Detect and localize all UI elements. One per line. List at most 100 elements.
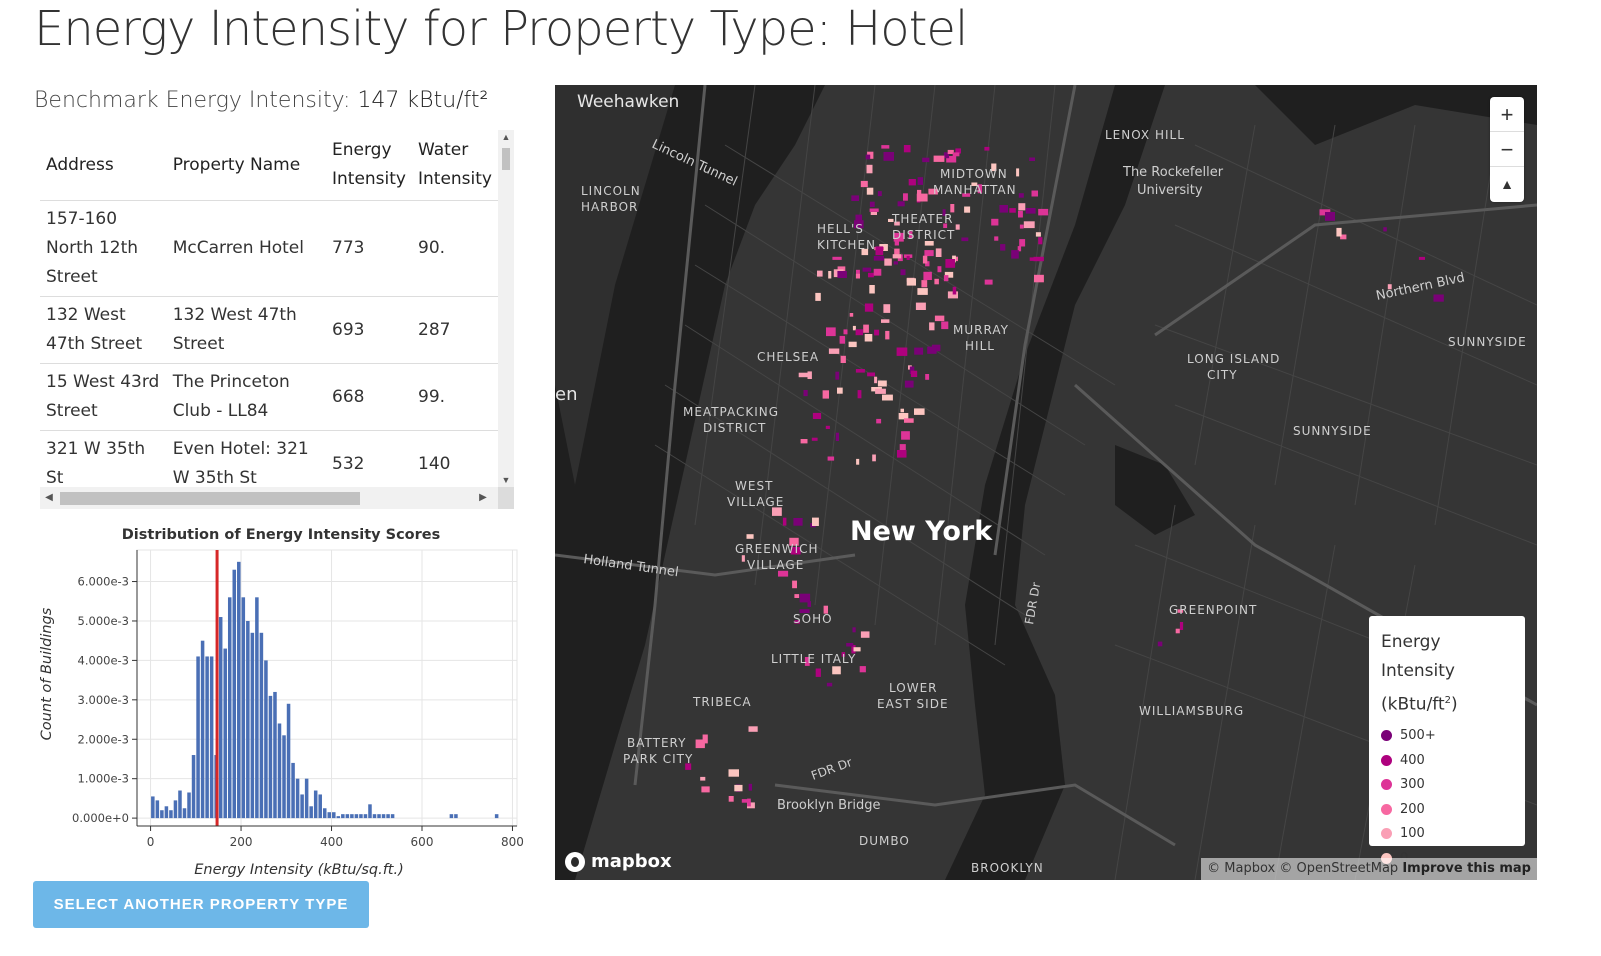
hotel-marker[interactable]: [800, 439, 808, 444]
hotel-marker[interactable]: [922, 255, 928, 264]
hotel-marker[interactable]: [728, 769, 740, 777]
hotel-marker[interactable]: [933, 155, 945, 162]
hotel-marker[interactable]: [908, 179, 916, 186]
select-another-property-type-button[interactable]: SELECT ANOTHER PROPERTY TYPE: [33, 881, 369, 928]
hotel-marker[interactable]: [868, 272, 874, 278]
horizontal-scroll-thumb[interactable]: [60, 492, 360, 505]
hotel-marker[interactable]: [937, 266, 942, 273]
hotel-marker[interactable]: [846, 643, 854, 647]
hotel-marker[interactable]: [923, 271, 932, 280]
hotel-marker[interactable]: [799, 593, 811, 603]
hotel-marker[interactable]: [1038, 208, 1049, 216]
hotel-marker[interactable]: [866, 187, 874, 195]
vertical-scroll-thumb[interactable]: [502, 148, 510, 170]
hotel-marker[interactable]: [1325, 212, 1335, 221]
hotel-marker[interactable]: [914, 347, 924, 355]
hotel-marker[interactable]: [817, 270, 823, 277]
hotel-marker[interactable]: [929, 322, 935, 331]
hotel-marker[interactable]: [832, 256, 842, 260]
hotel-marker[interactable]: [807, 601, 812, 607]
hotel-marker[interactable]: [855, 369, 865, 373]
hotel-marker[interactable]: [859, 666, 866, 673]
hotel-marker[interactable]: [915, 302, 926, 310]
hotel-marker[interactable]: [855, 329, 863, 336]
hotel-marker[interactable]: [917, 288, 928, 295]
scroll-left-arrow-icon[interactable]: ◀: [42, 487, 56, 509]
hotel-marker[interactable]: [1157, 641, 1163, 647]
hotel-marker[interactable]: [864, 303, 874, 312]
hotel-marker[interactable]: [922, 157, 930, 163]
hotel-marker[interactable]: [874, 329, 880, 336]
hotel-marker[interactable]: [927, 346, 937, 354]
hotel-marker[interactable]: [1019, 224, 1024, 229]
table-row[interactable]: 321 W 35th St Even Hotel: 321 W 35th St …: [40, 430, 498, 487]
hotel-marker[interactable]: [811, 437, 818, 441]
hotel-marker[interactable]: [1433, 294, 1444, 302]
hotel-marker[interactable]: [875, 246, 884, 256]
hotel-marker[interactable]: [863, 324, 869, 333]
column-header-address[interactable]: Address: [40, 130, 167, 201]
hotel-marker[interactable]: [700, 776, 706, 781]
hotel-marker[interactable]: [852, 627, 856, 633]
hotel-marker[interactable]: [943, 275, 949, 282]
hotel-marker[interactable]: [792, 580, 797, 589]
hotel-marker[interactable]: [873, 268, 882, 276]
property-table-container[interactable]: Address Property Name Energy Intensity W…: [40, 130, 514, 510]
hotel-marker[interactable]: [1179, 622, 1184, 630]
attribution-mapbox-link[interactable]: © Mapbox: [1207, 861, 1275, 876]
hotel-marker[interactable]: [837, 387, 843, 394]
hotel-marker[interactable]: [855, 214, 863, 221]
hotel-marker[interactable]: [839, 335, 845, 344]
hotel-marker[interactable]: [921, 280, 928, 288]
table-horizontal-scrollbar[interactable]: ◀ ▶: [40, 487, 514, 509]
hotel-marker[interactable]: [1418, 256, 1425, 260]
hotel-marker[interactable]: [917, 177, 923, 185]
column-header-property-name[interactable]: Property Name: [167, 130, 326, 201]
hotel-marker[interactable]: [872, 454, 876, 462]
hotel-marker[interactable]: [874, 376, 878, 384]
hotel-marker[interactable]: [856, 269, 860, 274]
hotel-marker[interactable]: [900, 269, 906, 276]
hotel-marker[interactable]: [904, 380, 914, 388]
hotel-marker[interactable]: [856, 458, 860, 465]
hotel-marker[interactable]: [906, 255, 910, 260]
hotel-marker[interactable]: [1031, 190, 1039, 197]
hotel-marker[interactable]: [832, 666, 841, 675]
hotel-marker[interactable]: [876, 418, 882, 424]
hotel-marker[interactable]: [864, 334, 873, 342]
hotel-marker[interactable]: [1029, 157, 1035, 162]
hotel-marker[interactable]: [885, 330, 890, 340]
hotel-marker[interactable]: [1018, 210, 1023, 218]
hotel-marker[interactable]: [860, 631, 870, 638]
hotel-marker[interactable]: [827, 456, 835, 461]
hotel-marker[interactable]: [869, 208, 879, 212]
hotel-marker[interactable]: [882, 394, 893, 401]
hotel-marker[interactable]: [865, 154, 871, 160]
hotel-marker[interactable]: [1175, 628, 1180, 634]
hotel-marker[interactable]: [1025, 208, 1036, 214]
hotel-marker[interactable]: [897, 450, 907, 458]
hotel-marker[interactable]: [852, 325, 856, 331]
hotel-marker[interactable]: [1336, 227, 1342, 237]
hotel-marker[interactable]: [1035, 232, 1041, 237]
hotel-marker[interactable]: [945, 259, 956, 268]
hotel-marker[interactable]: [848, 341, 857, 348]
hotel-marker[interactable]: [881, 145, 890, 149]
hotel-marker[interactable]: [866, 164, 873, 174]
hotel-marker[interactable]: [812, 517, 819, 526]
attribution-osm-link[interactable]: © OpenStreetMap: [1279, 861, 1398, 876]
hotel-marker[interactable]: [812, 412, 822, 419]
hotel-marker[interactable]: [903, 145, 911, 153]
hotel-marker[interactable]: [916, 193, 928, 202]
hotel-marker[interactable]: [855, 273, 860, 279]
hotel-marker[interactable]: [875, 388, 886, 394]
hotel-marker[interactable]: [1016, 168, 1020, 177]
reset-bearing-button[interactable]: ▲: [1490, 167, 1524, 202]
hotel-marker[interactable]: [869, 285, 875, 294]
hotel-marker[interactable]: [862, 267, 872, 272]
hotel-marker[interactable]: [994, 236, 999, 241]
hotel-marker[interactable]: [748, 783, 752, 791]
hotel-marker[interactable]: [883, 304, 891, 313]
hotel-marker[interactable]: [984, 146, 990, 151]
hotel-marker[interactable]: [892, 254, 902, 259]
